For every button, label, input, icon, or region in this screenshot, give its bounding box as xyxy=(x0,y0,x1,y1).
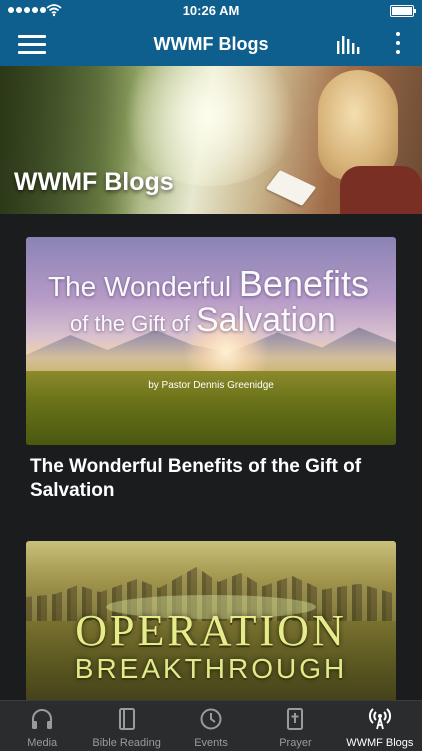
tab-wwmf-blogs[interactable]: WWMF Blogs xyxy=(338,701,422,751)
tab-media[interactable]: Media xyxy=(0,701,84,751)
equalizer-icon[interactable] xyxy=(336,33,360,55)
tab-label: WWMF Blogs xyxy=(346,737,414,749)
tab-label: Media xyxy=(27,737,58,749)
blog-post-image[interactable]: The Wonderful Benefits of the Gift of Sa… xyxy=(26,237,396,445)
image-text-line2: of the Gift of Salvation xyxy=(70,301,336,339)
image-text-line1: The Wonderful Benefits xyxy=(48,263,369,304)
status-bar: 10:26 AM xyxy=(0,0,422,22)
status-time: 10:26 AM xyxy=(182,3,240,18)
hero-banner: WWMF Blogs xyxy=(0,66,422,214)
battery-icon xyxy=(390,5,416,17)
tab-bar: Media Bible Reading Events Prayer WWMF B… xyxy=(0,700,422,751)
blog-post-image[interactable]: OPERATION BREAKTHROUGH xyxy=(26,541,396,700)
book-icon xyxy=(118,708,135,730)
blog-feed[interactable]: The Wonderful Benefits of the Gift of Sa… xyxy=(0,214,422,700)
tab-label: Events xyxy=(194,737,228,749)
book-image xyxy=(265,170,317,206)
image-text-line1: OPERATION xyxy=(75,606,347,655)
clock-icon xyxy=(200,708,222,730)
blog-post-card[interactable]: The Wonderful Benefits of the Gift of Sa… xyxy=(26,237,396,503)
tab-label: Prayer xyxy=(279,737,312,749)
blog-post-title[interactable]: The Wonderful Benefits of the Gift of Sa… xyxy=(26,455,396,503)
woman-reading-image xyxy=(318,70,398,180)
tab-bible-reading[interactable]: Bible Reading xyxy=(84,701,168,751)
image-author-text: by Pastor Dennis Greenidge xyxy=(148,380,274,391)
image-text-line2: BREAKTHROUGH xyxy=(74,653,348,684)
nav-bar: WWMF Blogs xyxy=(0,22,422,66)
more-options-icon[interactable] xyxy=(394,32,402,56)
hero-title: WWMF Blogs xyxy=(14,168,174,196)
tab-events[interactable]: Events xyxy=(169,701,253,751)
broadcast-icon xyxy=(368,708,391,730)
bible-cross-icon xyxy=(287,708,304,730)
tab-label: Bible Reading xyxy=(92,737,161,749)
headphones-icon xyxy=(32,709,53,729)
tab-prayer[interactable]: Prayer xyxy=(253,701,337,751)
blog-post-card[interactable]: OPERATION BREAKTHROUGH xyxy=(26,541,396,700)
